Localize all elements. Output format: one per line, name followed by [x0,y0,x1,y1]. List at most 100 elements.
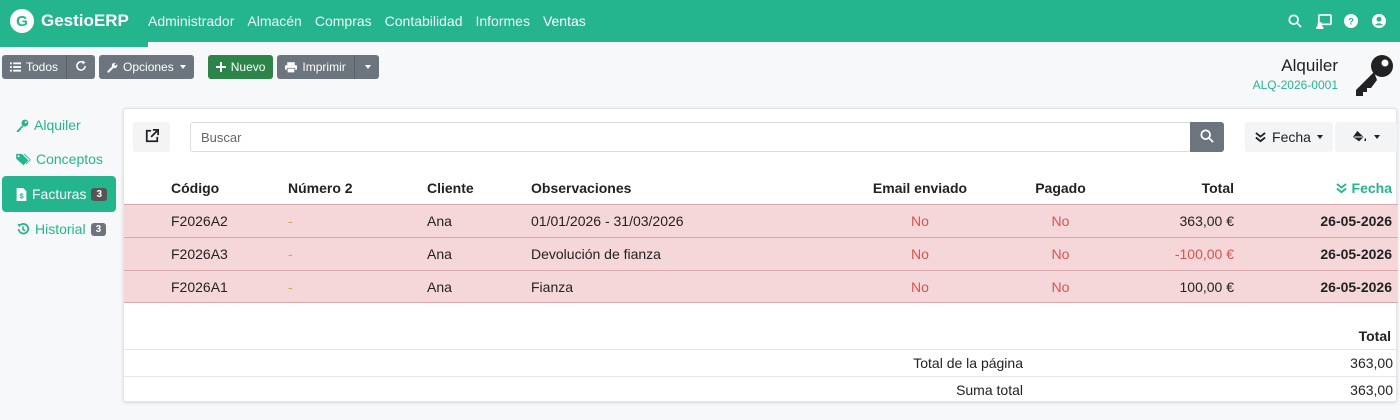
all-button[interactable]: Todos [2,55,67,79]
search-input[interactable] [190,122,1191,152]
sidebar-item-conceptos[interactable]: Conceptos [2,142,116,176]
cast-icon[interactable] [1314,12,1332,30]
cell-number2: - [288,279,293,295]
svg-text:$: $ [19,191,23,200]
column-header-number2[interactable]: Número 2 [288,172,353,204]
search-button[interactable] [1190,122,1224,152]
brand-name: GestioERP [41,11,129,30]
chevron-down-icon [179,65,186,69]
cell-paid: No [1051,279,1070,295]
cell-code: F2026A1 [171,279,228,295]
paint-bucket-icon [1352,130,1368,144]
list-button-group: Todos [2,55,96,79]
top-navbar: G GestioERP Administrador Almacén Compra… [0,0,1400,47]
printer-icon [285,61,298,73]
column-header-code[interactable]: Código [171,172,219,204]
refresh-icon [75,59,87,75]
totals-header: Total [1358,328,1391,344]
column-header-observations[interactable]: Observaciones [531,172,631,204]
menu-administrador[interactable]: Administrador [148,13,234,29]
invoices-panel: Fecha Código Número 2 Cliente Observacio… [123,108,1398,403]
column-header-date[interactable]: Fecha [1335,172,1392,204]
sidebar-item-label: Facturas [32,186,87,202]
cell-email-sent: No [911,213,929,229]
page-total-value: 363,00 [1350,355,1393,371]
chevron-down-icon [1374,135,1380,139]
cell-code: F2026A2 [171,213,228,229]
print-button[interactable]: Imprimir [277,55,354,79]
main-menu: Administrador Almacén Compras Contabilid… [148,0,599,42]
invoice-icon: $ [16,187,27,201]
cell-client: Ana [427,246,452,262]
new-button-label: Nuevo [230,60,266,74]
page-total-row: Total de la página 363,00 [124,349,1398,376]
plus-icon [215,62,226,72]
sidebar: Alquiler Conceptos $ Facturas 3 Historia… [2,108,116,246]
page-header: Alquiler ALQ-2026-0001 [1253,56,1338,92]
history-icon [16,222,30,236]
cell-paid: No [1051,246,1070,262]
sidebar-item-facturas[interactable]: $ Facturas 3 [2,176,116,212]
menu-ventas[interactable]: Ventas [543,13,586,29]
column-header-email[interactable]: Email enviado [870,172,970,204]
key-icon [16,119,29,132]
sidebar-item-alquiler[interactable]: Alquiler [2,108,116,142]
cell-paid: No [1051,213,1070,229]
menu-almacen[interactable]: Almacén [247,13,301,29]
navbar-icons: ? [1276,0,1388,42]
print-dropdown-toggle[interactable] [353,55,379,79]
sidebar-item-label: Conceptos [36,151,103,167]
export-button[interactable] [133,122,170,152]
cell-code: F2026A3 [171,246,228,262]
order-by-button[interactable]: Fecha [1245,122,1333,152]
cell-total: 363,00 € [1179,213,1235,229]
column-header-date-label: Fecha [1351,180,1392,196]
color-filter-button[interactable] [1335,122,1397,152]
menu-informes[interactable]: Informes [475,13,529,29]
cell-observations: 01/01/2026 - 31/03/2026 [531,213,684,229]
all-button-label: Todos [26,60,59,74]
tags-icon [16,153,31,166]
refresh-button[interactable] [66,55,96,79]
page-title: Alquiler [1281,56,1338,75]
chevron-down-icon [364,65,371,69]
order-by-label: Fecha [1272,129,1311,145]
menu-compras[interactable]: Compras [315,13,372,29]
cell-number2: - [288,213,293,229]
toolbar: Todos Opciones Nuevo Imprimir [2,55,383,79]
cell-date: 26-05-2026 [1320,213,1392,229]
user-icon[interactable] [1370,12,1388,30]
options-button[interactable]: Opciones [99,55,194,79]
sidebar-item-historial[interactable]: Historial 3 [2,212,116,246]
cell-email-sent: No [911,279,929,295]
wrench-icon [107,62,118,73]
column-header-paid[interactable]: Pagado [1027,172,1094,204]
column-header-client[interactable]: Cliente [427,172,474,204]
sort-down-icon [1335,182,1347,194]
column-header-total[interactable]: Total [1202,172,1234,204]
table-row[interactable]: F2026A1 - Ana Fianza No No 100,00 € 26-0… [124,270,1398,303]
page-total-label: Total de la página [913,355,1023,371]
chevron-down-icon [1316,135,1323,139]
external-link-icon [145,128,159,146]
menu-contabilidad[interactable]: Contabilidad [385,13,463,29]
table-row[interactable]: F2026A3 - Ana Devolución de fianza No No… [124,237,1398,270]
cell-total: -100,00 € [1174,246,1234,262]
cell-observations: Devolución de fianza [531,246,661,262]
brand-link[interactable]: G GestioERP [10,9,129,33]
search-icon[interactable] [1286,12,1304,30]
grand-total-value: 363,00 [1350,382,1393,398]
cell-client: Ana [427,279,452,295]
table-row[interactable]: F2026A2 - Ana 01/01/2026 - 31/03/2026 No… [124,204,1398,237]
svg-text:?: ? [1348,17,1354,28]
brand-logo-icon: G [10,9,34,33]
options-button-label: Opciones [123,60,174,74]
help-icon[interactable]: ? [1342,12,1360,30]
key-icon [1352,53,1396,97]
print-button-group: Imprimir [277,55,379,79]
count-badge: 3 [90,222,107,236]
sidebar-item-label: Historial [35,221,86,237]
new-button[interactable]: Nuevo [207,55,274,79]
grand-total-row: Suma total 363,00 [124,376,1398,403]
sidebar-item-label: Alquiler [34,117,81,133]
